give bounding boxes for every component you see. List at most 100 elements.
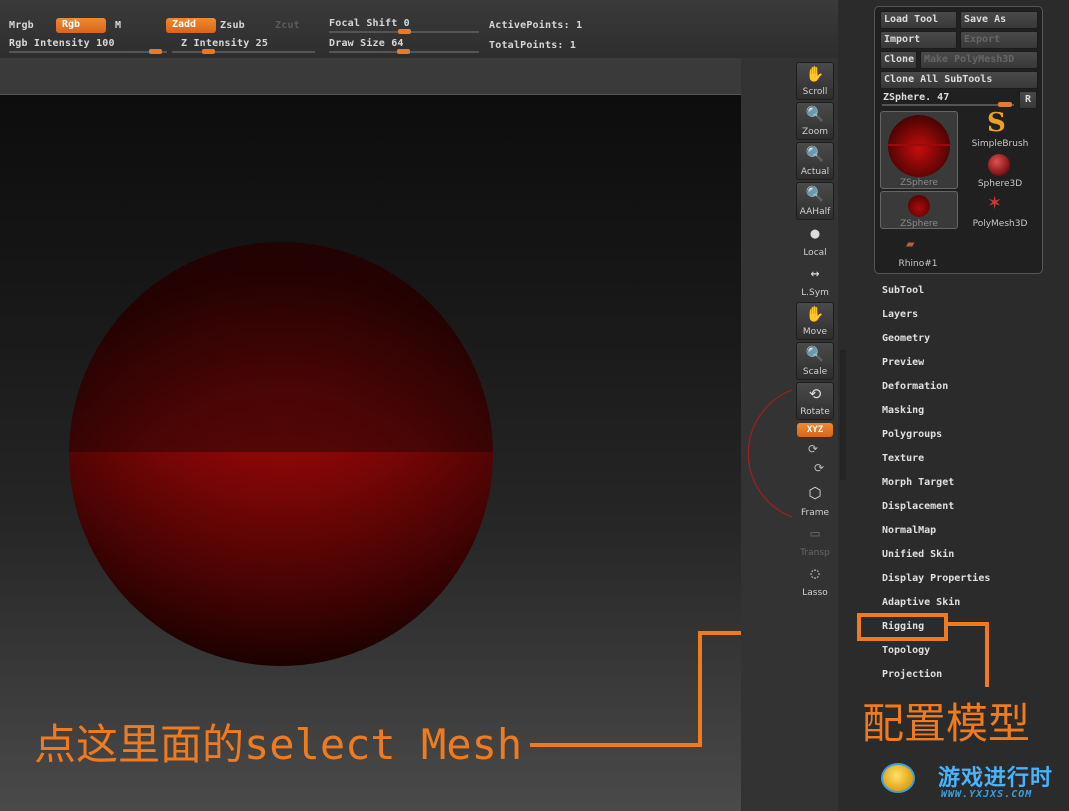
transp-label: Transp <box>800 548 830 558</box>
polymesh3d-star-icon[interactable]: ✶ <box>988 190 1001 215</box>
tool-label: Rhino#1 <box>898 259 938 269</box>
clone-all-subtools-button[interactable]: Clone All SubTools <box>880 71 1038 89</box>
actual-label: Actual <box>800 167 830 177</box>
orange-callout-lines <box>530 631 741 747</box>
lasso-button[interactable]: ◌ Lasso <box>796 562 834 600</box>
magnifier-icon: 🔍 <box>805 145 825 163</box>
lsym-button[interactable]: ↔ L.Sym <box>796 262 834 300</box>
save-as-button[interactable]: Save As <box>960 11 1038 29</box>
menu-layers[interactable]: Layers <box>882 309 918 320</box>
hand-icon: ✋ <box>805 65 825 83</box>
draw-size-slider[interactable]: Draw Size 64 <box>329 38 404 49</box>
simplebrush-icon[interactable]: S <box>987 108 1006 138</box>
menu-displacement[interactable]: Displacement <box>882 501 954 512</box>
menu-texture[interactable]: Texture <box>882 453 924 464</box>
clone-button[interactable]: Clone <box>880 51 917 69</box>
watermark-title: 游戏进行时 <box>938 766 1054 791</box>
load-tool-button[interactable]: Load Tool <box>880 11 957 29</box>
zbrush-window: { "topbar": { "mrgb": "Mrgb", "rgb": "Rg… <box>0 0 1069 811</box>
mascot-icon <box>881 763 915 793</box>
scale-button[interactable]: 🔍 Scale <box>796 342 834 380</box>
rgb-intensity-slider[interactable]: Rgb Intensity 100 <box>9 38 115 49</box>
actual-button[interactable]: 🔍 Actual <box>796 142 834 180</box>
rotate-z-icon[interactable]: ⟳ <box>814 461 824 475</box>
import-button[interactable]: Import <box>880 31 957 49</box>
mrgb-button[interactable]: Mrgb <box>9 20 34 31</box>
rotate-button[interactable]: ⟲ Rotate <box>796 382 834 420</box>
local-label: Local <box>803 248 827 258</box>
zcut-button[interactable]: Zcut <box>275 20 300 31</box>
transp-button[interactable]: ▭ Transp <box>796 522 834 560</box>
draw-size-knob[interactable] <box>397 49 410 54</box>
document-viewport[interactable]: 点这里面的select Mesh <box>0 94 741 811</box>
lasso-icon: ◌ <box>810 564 820 582</box>
menu-display-properties[interactable]: Display Properties <box>882 573 990 584</box>
sphere-icon: ● <box>810 224 820 242</box>
magnifier-icon: 🔍 <box>805 105 825 123</box>
tool-label: Sphere3D <box>977 179 1023 189</box>
rgb-intensity-knob[interactable] <box>149 49 162 54</box>
zoom-button[interactable]: 🔍 Zoom <box>796 102 834 140</box>
magnifier-icon: 🔍 <box>805 185 825 203</box>
zsphere-slider-knob[interactable] <box>998 102 1012 107</box>
m-button[interactable]: M <box>115 20 121 31</box>
make-polymesh-button[interactable]: Make PolyMesh3D <box>920 51 1038 69</box>
menu-normalmap[interactable]: NormalMap <box>882 525 936 536</box>
z-intensity-track[interactable] <box>172 51 315 53</box>
zsphere-slider-track[interactable] <box>882 104 1014 106</box>
aahalf-button[interactable]: 🔍 AAHalf <box>796 182 834 220</box>
select-mesh-annotation: 点这里面的select Mesh <box>34 720 523 769</box>
lasso-label: Lasso <box>802 588 828 598</box>
menu-subtool[interactable]: SubTool <box>882 285 924 296</box>
panel-splitter[interactable] <box>840 350 846 480</box>
watermark-logo <box>877 757 921 797</box>
menu-adaptive-skin[interactable]: Adaptive Skin <box>882 597 960 608</box>
tool-label: PolyMesh3D <box>972 219 1028 229</box>
total-points-readout: TotalPoints: 1 <box>489 40 577 51</box>
zsphere-slider-label[interactable]: ZSphere. 47 <box>883 92 949 103</box>
local-button[interactable]: ● Local <box>796 222 834 260</box>
aahalf-label: AAHalf <box>799 207 831 217</box>
sphere3d-icon[interactable] <box>988 154 1010 176</box>
move-button[interactable]: ✋ Move <box>796 302 834 340</box>
magnifier-icon: 🔍 <box>805 345 825 363</box>
zsub-button[interactable]: Zsub <box>220 20 245 31</box>
xyz-toggle[interactable]: XYZ <box>797 423 833 437</box>
zadd-button[interactable]: Zadd <box>166 18 216 33</box>
menu-masking[interactable]: Masking <box>882 405 924 416</box>
menu-polygroups[interactable]: Polygroups <box>882 429 942 440</box>
rgb-intensity-track[interactable] <box>9 51 167 53</box>
rhino-icon[interactable]: ▰ <box>906 236 914 252</box>
frame-button[interactable]: ⬡ Frame <box>796 482 834 520</box>
menu-unified-skin[interactable]: Unified Skin <box>882 549 954 560</box>
menu-deformation[interactable]: Deformation <box>882 381 948 392</box>
menu-projection[interactable]: Projection <box>882 669 942 680</box>
tool-label: ZSphere <box>900 219 938 229</box>
move-label: Move <box>802 327 828 337</box>
export-button[interactable]: Export <box>960 31 1038 49</box>
lsym-label: L.Sym <box>801 288 829 298</box>
active-points-readout: ActivePoints: 1 <box>489 20 583 31</box>
focal-shift-knob[interactable] <box>398 29 411 34</box>
r-button[interactable]: R <box>1019 91 1037 109</box>
cube-icon: ⬡ <box>808 484 822 502</box>
rotate-y-icon[interactable]: ⟳ <box>808 442 818 456</box>
menu-preview[interactable]: Preview <box>882 357 924 368</box>
canvas-top-strip <box>0 58 741 94</box>
z-intensity-slider[interactable]: Z Intensity 25 <box>181 38 268 49</box>
frame-label: Frame <box>800 508 830 518</box>
scroll-label: Scroll <box>802 87 828 97</box>
top-toolbar: Mrgb Rgb M Zadd Zsub Zcut Rgb Intensity … <box>0 0 838 58</box>
zsphere-small-icon <box>908 195 930 217</box>
hand-icon: ✋ <box>805 305 825 323</box>
menu-geometry[interactable]: Geometry <box>882 333 930 344</box>
focal-shift-slider[interactable]: Focal Shift 0 <box>329 18 410 29</box>
menu-topology[interactable]: Topology <box>882 645 930 656</box>
symmetry-icon: ↔ <box>810 264 820 282</box>
rgb-button[interactable]: Rgb <box>56 18 106 33</box>
zsphere-thumb-icon <box>888 115 950 177</box>
tool-label: ZSphere <box>900 178 938 188</box>
menu-morph-target[interactable]: Morph Target <box>882 477 954 488</box>
scroll-button[interactable]: ✋ Scroll <box>796 62 834 100</box>
z-intensity-knob[interactable] <box>202 49 215 54</box>
